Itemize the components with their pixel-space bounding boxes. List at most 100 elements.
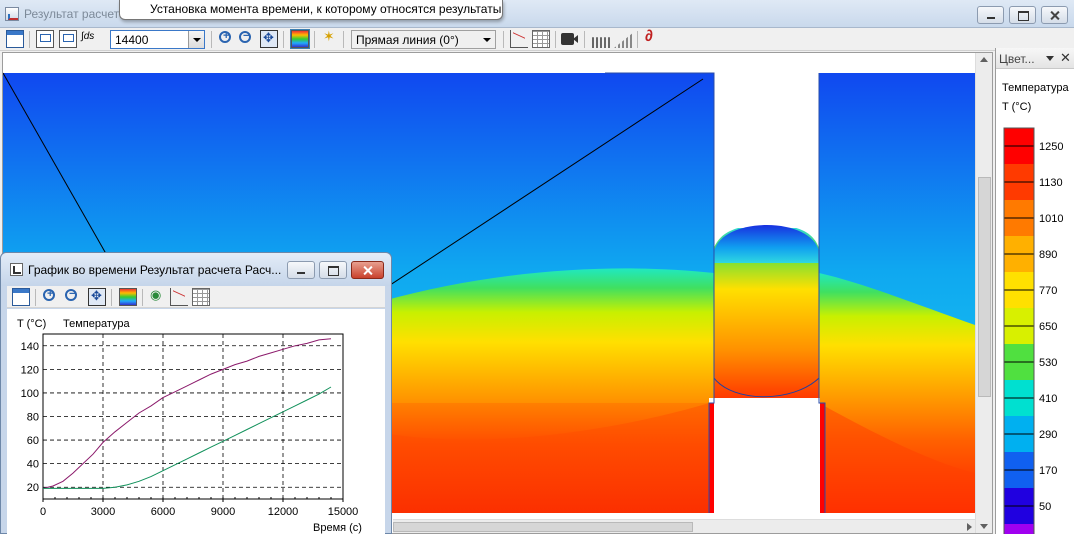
signal-bars-icon[interactable] [614, 33, 632, 48]
close-icon[interactable]: ✕ [1060, 51, 1071, 64]
legend-tick-label: 770 [1039, 285, 1057, 297]
window-icon[interactable] [12, 288, 30, 306]
vertical-scrollbar[interactable] [975, 53, 992, 533]
toolbar-separator [211, 31, 212, 48]
y-tick-label: 80 [27, 412, 39, 424]
window-title: Результат расчета [24, 7, 126, 21]
x-tick-label: 12000 [268, 506, 299, 518]
sub-maximize-button[interactable] [319, 261, 347, 279]
opening-bottom [709, 398, 820, 519]
fit-view-icon[interactable] [260, 30, 278, 48]
color-scale: 1250 1130 1010 890 770 650 530 410 290 170 50 [1003, 127, 1063, 534]
close-button[interactable] [1041, 6, 1068, 24]
toolbar-separator [283, 31, 284, 48]
curve-icon[interactable] [643, 28, 661, 48]
toolbar-separator [584, 31, 585, 48]
time-graph-window[interactable]: График во времени Результат расчета Расч… [0, 252, 392, 534]
video-camera-icon[interactable] [561, 33, 578, 45]
sub-window-title-bar[interactable]: График во времени Результат расчета Расч… [1, 253, 391, 286]
time-graph-area[interactable]: T (°C) Температура Время (с) 0 3000 6000 90… [7, 309, 385, 534]
table-icon[interactable] [532, 30, 550, 48]
tooltip: Установка момента времени, к которому от… [119, 0, 503, 20]
document-icon[interactable] [59, 30, 77, 48]
integral-icon[interactable] [80, 30, 98, 48]
series-visibility-icon[interactable] [148, 287, 166, 306]
chevron-down-icon[interactable] [1046, 56, 1054, 61]
toolbar-separator [555, 31, 556, 48]
legend-quantity: Температура [1002, 82, 1069, 94]
toolbar-separator [343, 31, 344, 48]
scroll-down-icon[interactable] [980, 524, 988, 529]
margin-top-mid [605, 53, 714, 71]
scroll-thumb[interactable] [978, 177, 991, 397]
legend-panel-title: Цвет... [999, 52, 1035, 66]
magic-wand-icon[interactable] [320, 28, 338, 48]
maximize-button[interactable] [1009, 6, 1036, 24]
zoom-out-icon[interactable] [239, 30, 251, 43]
toolbar-separator [637, 31, 638, 48]
chart-plot-area: 0 3000 6000 9000 12000 15000 20 40 60 80 100 120 140 [21, 333, 359, 518]
opening-top [714, 53, 819, 228]
fit-view-icon[interactable] [88, 288, 106, 306]
x-tick-label: 15000 [328, 506, 359, 518]
y-tick-label: 120 [21, 364, 39, 376]
main-toolbar: 14400 Прямая линия (0°) [0, 28, 1074, 51]
time-select-value: 14400 [115, 33, 149, 47]
margin-top-right [819, 53, 975, 71]
margin-top [3, 53, 605, 73]
line-chart-icon[interactable] [510, 30, 528, 48]
bars-icon[interactable] [592, 37, 610, 48]
temperature-time-chart[interactable]: T (°C) Температура Время (с) 0 3000 6000 90… [7, 309, 385, 534]
toolbar-separator [142, 289, 143, 306]
app-icon [5, 7, 19, 21]
legend-tick-label: 890 [1039, 249, 1057, 261]
sub-window-toolbar [7, 286, 385, 308]
toolbar-separator [29, 31, 30, 48]
toolbar-separator [314, 31, 315, 48]
window-icon[interactable] [6, 30, 24, 48]
scroll-thumb[interactable] [393, 522, 693, 532]
legend-tick-label: 290 [1039, 429, 1057, 441]
time-select[interactable]: 14400 [110, 30, 205, 49]
x-tick-label: 6000 [151, 506, 175, 518]
chevron-down-icon[interactable] [479, 31, 495, 48]
sub-window-title: График во времени Результат расчета Расч… [28, 263, 282, 277]
legend-tick-label: 530 [1039, 357, 1057, 369]
line-mode-value: Прямая линия (0°) [356, 33, 459, 47]
y-tick-label: 40 [27, 459, 39, 471]
legend-tick-label: 1250 [1039, 141, 1063, 153]
sub-minimize-button[interactable] [287, 261, 315, 279]
chart-xlabel: Время (с) [313, 522, 362, 534]
sub-close-button[interactable] [351, 261, 384, 279]
legend-tick-label: 50 [1039, 501, 1051, 513]
y-tick-label: 20 [27, 482, 39, 494]
legend-tick-label: 410 [1039, 393, 1057, 405]
zoom-out-icon[interactable] [65, 288, 77, 301]
pillar-edge-right [820, 403, 825, 513]
legend-unit: T (°C) [1002, 101, 1032, 113]
scroll-right-icon[interactable] [967, 523, 972, 531]
zoom-in-icon[interactable] [219, 30, 231, 43]
legend-tick-label: 1130 [1039, 177, 1063, 189]
legend-tick-label: 650 [1039, 321, 1057, 333]
toolbar-separator [503, 31, 504, 48]
y-tick-label: 140 [21, 341, 39, 353]
page-view-icon[interactable] [36, 30, 54, 48]
zoom-in-icon[interactable] [43, 288, 55, 301]
chevron-down-icon[interactable] [188, 31, 204, 48]
graph-window-icon [10, 263, 23, 276]
line-chart-icon[interactable] [170, 288, 188, 306]
legend-color-band [1004, 524, 1034, 534]
color-map-icon[interactable] [119, 288, 137, 306]
table-icon[interactable] [192, 288, 210, 306]
minimize-button[interactable] [977, 6, 1004, 24]
line-mode-select[interactable]: Прямая линия (0°) [351, 30, 496, 49]
color-map-icon[interactable] [290, 29, 310, 49]
legend-tick-label: 170 [1039, 465, 1057, 477]
y-tick-label: 60 [27, 435, 39, 447]
scroll-up-icon[interactable] [980, 57, 988, 62]
horizontal-scrollbar[interactable] [393, 519, 975, 533]
color-legend-panel: Цвет... ✕ Температура T (°C) 1250 1130 101… [995, 48, 1074, 534]
toolbar-separator [35, 289, 36, 306]
y-tick-label: 100 [21, 388, 39, 400]
